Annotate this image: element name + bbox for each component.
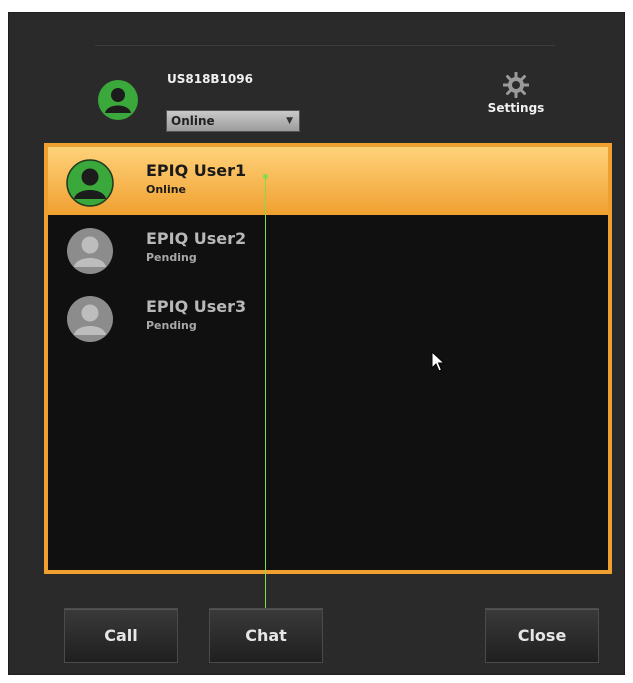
status-dropdown[interactable]: Online ▼ — [166, 110, 300, 132]
settings-button[interactable]: Settings — [484, 72, 548, 115]
status-dropdown-value: Online — [171, 114, 215, 128]
mouse-cursor-icon — [431, 351, 445, 372]
contact-status: Online — [146, 183, 187, 196]
contact-status: Pending — [146, 319, 197, 332]
user-avatar-icon — [67, 296, 113, 342]
close-button[interactable]: Close — [485, 608, 599, 663]
user-avatar-icon — [67, 228, 113, 274]
contact-status: Pending — [146, 251, 197, 264]
current-username: US818B1096 — [167, 72, 253, 86]
call-button[interactable]: Call — [64, 608, 178, 663]
chat-button[interactable]: Chat — [209, 608, 323, 663]
self-avatar-icon — [98, 80, 138, 120]
contact-name: EPIQ User1 — [146, 161, 247, 180]
annotation-dot — [263, 174, 268, 179]
contact-name: EPIQ User2 — [146, 229, 247, 248]
contact-row[interactable]: EPIQ User3 Pending — [48, 283, 608, 351]
contact-row[interactable]: EPIQ User1 Online — [48, 147, 608, 215]
annotation-connector-line — [265, 176, 266, 613]
gear-icon — [503, 72, 529, 98]
header-divider — [95, 45, 555, 46]
contact-list: EPIQ User1 Online EPIQ User2 Pending EPI… — [44, 143, 612, 574]
chevron-down-icon: ▼ — [286, 116, 293, 126]
settings-label: Settings — [487, 101, 545, 115]
contact-name: EPIQ User3 — [146, 297, 247, 316]
contact-row[interactable]: EPIQ User2 Pending — [48, 215, 608, 283]
user-avatar-icon — [66, 159, 114, 207]
